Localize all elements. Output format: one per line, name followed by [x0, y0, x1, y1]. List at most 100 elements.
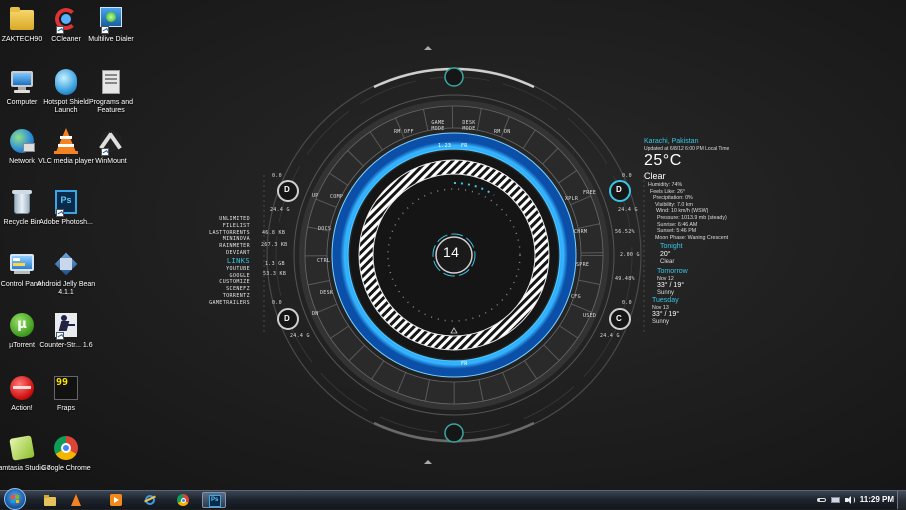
left-value-2: 267.3 KB	[261, 242, 288, 248]
right-value-2: 2.00 G	[620, 252, 640, 258]
hud-rm-on-button[interactable]: RM ON	[494, 129, 511, 135]
left-value-4: 53.3 KB	[263, 271, 287, 277]
link-unlimited[interactable]: UNLIMITED	[196, 216, 250, 223]
network-tray-icon[interactable]	[831, 496, 840, 504]
drive-letter-right-bottom: C	[616, 314, 623, 323]
weather-tuesday: Tuesday Nov 13 33° / 19° Sunny	[644, 297, 764, 326]
left-stat-bottom-2: 24.4 G	[290, 333, 310, 339]
link-mininova[interactable]: MININOVA	[196, 236, 250, 243]
drive-letter-left-top: D	[284, 185, 291, 194]
weather-tomorrow-cond: Sunny	[657, 290, 675, 297]
weather-tuesday-title: Tuesday	[652, 297, 679, 305]
taskbar-clock[interactable]: 11:29 PM	[860, 495, 894, 504]
taskbar-photoshop-button[interactable]: Ps	[202, 492, 226, 508]
taskbar-explorer-button[interactable]	[38, 492, 62, 508]
hud-bottom-label: FR	[461, 361, 468, 367]
links-header: LINKS	[226, 256, 250, 265]
weather-tonight-temp: 20°	[660, 251, 671, 259]
drive-letter-right-top: D	[616, 185, 623, 194]
links-panel: UNLIMITED FILELIST LASTTORRENTS MININOVA…	[196, 216, 250, 307]
link-customize[interactable]: CUSTOMIZE	[196, 279, 250, 286]
windows-logo-icon	[11, 495, 19, 503]
hud-inner-top-right: FR	[461, 143, 468, 149]
hud-right-segment-xplr[interactable]: XPLR	[565, 196, 578, 202]
link-scenefz[interactable]: SCENEFZ	[196, 286, 250, 293]
weather-widget: Karachi, Pakistan Updated at 6/8/12 6:00…	[644, 138, 764, 326]
left-value-3: 1.3 GB	[265, 261, 285, 267]
taskbar-media-player-button[interactable]	[104, 492, 128, 508]
weather-humidity: Humidity: 74%	[648, 182, 683, 188]
start-button[interactable]	[4, 488, 26, 510]
weather-feels-like: Feels Like: 26°	[650, 188, 686, 195]
triangle-marker	[424, 460, 432, 464]
hud-left-segment-desk[interactable]: DESK	[320, 290, 333, 296]
right-stat-bottom-2: 24.4 G	[600, 333, 620, 339]
hud-left-segment-ctrl[interactable]: CTRL	[317, 258, 330, 264]
top-node	[444, 67, 464, 87]
taskbar: Ps 11:29 PM	[0, 488, 906, 510]
weather-tomorrow: Tomorrow Nov 12 33° / 19° Sunny	[644, 268, 764, 297]
weather-city: Karachi, Pakistan	[644, 138, 699, 145]
hud-right-segment-used[interactable]: USED	[583, 313, 596, 319]
weather-temperature: 25°C	[644, 152, 682, 169]
right-stat-bottom-1: 24.4 G	[618, 207, 638, 213]
weather-tonight-cond: Clear	[660, 259, 675, 266]
link-filelist[interactable]: FILELIST	[196, 223, 250, 230]
weather-wind: Wind: 10 km/h (WSW)	[656, 208, 709, 215]
link-gametrailers[interactable]: GAMETRAILERS	[196, 300, 250, 307]
right-stat-top-2: 0.0	[622, 300, 632, 306]
weather-precipitation: Precipitation: 0%	[653, 195, 693, 202]
left-stat-bottom-1: 24.4 G	[270, 207, 290, 213]
link-torrentz[interactable]: TORRENTZ	[196, 293, 250, 300]
weather-visibility: Visibility: 7.0 km	[655, 201, 693, 208]
hud-right-segment-spre[interactable]: SPRE	[576, 262, 589, 268]
weather-tuesday-cond: Sunny	[652, 319, 670, 326]
weather-details: Humidity: 74% Feels Like: 26° Precipitat…	[644, 182, 764, 241]
link-rainmeter[interactable]: RAINMETER	[196, 243, 250, 250]
hud-left-segment-comp[interactable]: COMP	[330, 194, 343, 200]
link-deviant[interactable]: DEVIANT	[196, 250, 250, 257]
hud-left-segment-up[interactable]: UP	[312, 193, 319, 199]
hud-rm-off-button[interactable]: RM OFF	[394, 129, 414, 135]
weather-tomorrow-title: Tomorrow	[657, 268, 688, 276]
weather-sunset: Sunset: 5:46 PM	[657, 228, 697, 235]
right-value-3: 49.48%	[615, 276, 635, 282]
hud-center-number: 14	[443, 244, 460, 260]
taskbar-ie-button[interactable]	[138, 492, 162, 508]
hud-desk-mode-button[interactable]: DESK MODE	[460, 120, 478, 132]
link-youtube[interactable]: YOUTUBE	[196, 266, 250, 273]
hud-left-segment-docs[interactable]: DOCS	[318, 226, 331, 232]
taskbar-chrome-button[interactable]	[171, 492, 195, 508]
hud-inner-top-left: 1.23	[438, 143, 452, 149]
media-player-icon	[110, 494, 122, 506]
weather-tuesday-temp: 33° / 19°	[652, 311, 680, 319]
show-desktop-button[interactable]	[897, 491, 906, 509]
weather-tomorrow-temp: 33° / 19°	[657, 282, 685, 290]
hud-right-segment-free[interactable]: FREE	[583, 190, 596, 196]
left-stat-top-2: 0.0	[272, 300, 282, 306]
triangle-marker	[424, 46, 432, 50]
hud-game-mode-button[interactable]: GAME MODE	[429, 120, 447, 132]
hud-left-segment-dn[interactable]: DN	[312, 311, 319, 317]
link-lasttorrents[interactable]: LASTTORRENTS	[196, 230, 250, 237]
taskbar-vlc-button[interactable]	[64, 492, 88, 508]
weather-tonight-title: Tonight	[660, 243, 683, 251]
volume-icon[interactable]	[845, 496, 855, 504]
weather-pressure: Pressure: 1013.9 mb (steady)	[657, 214, 727, 221]
weather-sunrise: Sunrise: 6:46 AM	[657, 221, 698, 228]
chrome-icon	[177, 494, 189, 506]
photoshop-icon: Ps	[209, 495, 221, 507]
vlc-icon	[70, 494, 82, 506]
tray-toggle-icon[interactable]	[817, 496, 826, 504]
desktop: ZAKTECH90 Computer Network Recycle Bin C…	[0, 0, 906, 490]
left-stat-top-1: 0.0	[272, 173, 282, 179]
hud-right-segment-chrm[interactable]: CHRM	[574, 229, 587, 235]
bottom-node	[444, 423, 464, 443]
link-google[interactable]: GOOGLE	[196, 273, 250, 280]
drive-letter-left-bottom: D	[284, 314, 291, 323]
explorer-icon	[44, 494, 56, 506]
right-value-1: 56.52%	[615, 229, 635, 235]
weather-condition: Clear	[644, 171, 666, 181]
weather-tonight: Tonight 20° Clear	[644, 243, 764, 266]
hud-right-segment-cfg[interactable]: CFG	[571, 294, 581, 300]
